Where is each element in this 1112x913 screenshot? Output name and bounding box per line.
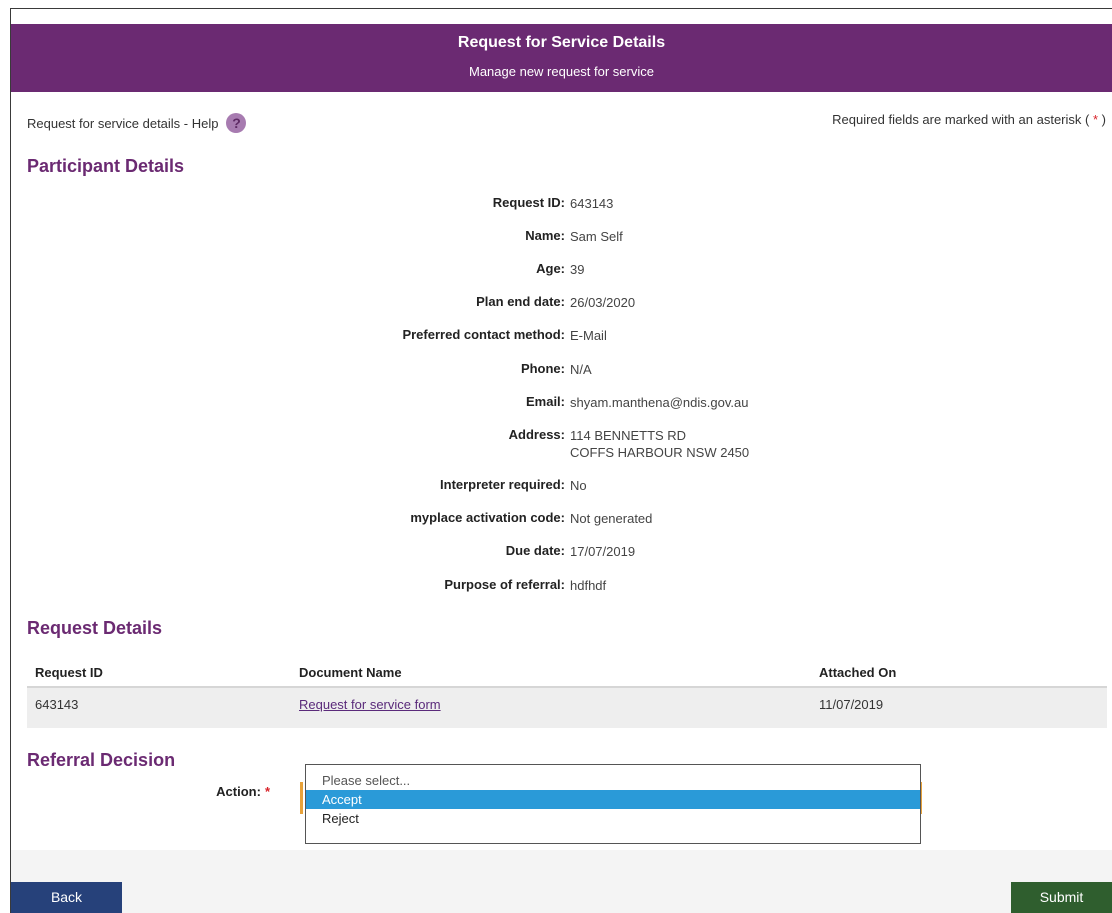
detail-value: No <box>570 478 587 493</box>
footer-band <box>11 850 1112 913</box>
action-label: Action: * <box>216 784 270 799</box>
option-please-select[interactable]: Please select... <box>306 771 920 790</box>
cell-request-id: 643143 <box>35 697 79 712</box>
address-line-1: 114 BENNETTS RD <box>570 428 687 443</box>
detail-value: E-Mail <box>570 328 607 343</box>
detail-label: Email: <box>525 394 565 409</box>
page-subtitle: Manage new request for service <box>469 64 654 79</box>
required-fields-note: Required fields are marked with an aster… <box>832 112 1106 127</box>
detail-value: 39 <box>570 262 585 277</box>
help-link[interactable]: Request for service details - Help ? <box>27 113 247 133</box>
detail-label: Interpreter required: <box>440 477 565 492</box>
referral-decision-heading: Referral Decision <box>27 750 176 770</box>
request-table-header: Request ID Document Name Attached On <box>27 656 1107 688</box>
detail-value: Sam Self <box>570 229 623 244</box>
detail-label: Age: <box>536 261 565 276</box>
back-button[interactable]: Back <box>11 882 122 913</box>
required-asterisk: * <box>264 784 270 799</box>
option-reject[interactable]: Reject <box>306 809 920 828</box>
detail-label: Purpose of referral: <box>444 577 565 592</box>
document-link[interactable]: Request for service form <box>299 697 441 712</box>
detail-value: 17/07/2019 <box>570 544 636 559</box>
detail-value: 643143 <box>570 196 614 211</box>
select-focus-border-left <box>300 782 303 814</box>
help-icon[interactable]: ? <box>226 113 247 133</box>
detail-label: Plan end date: <box>476 294 565 309</box>
detail-label: Phone: <box>520 361 565 376</box>
required-asterisk: * <box>1092 112 1099 127</box>
detail-value: hdfhdf <box>570 578 607 593</box>
participant-details-heading: Participant Details <box>27 156 185 176</box>
required-note-suffix: ) <box>1101 112 1106 127</box>
detail-label: Address: <box>508 427 565 442</box>
page-header: Request for Service Details Manage new r… <box>11 24 1112 92</box>
action-label-text: Action: <box>216 784 261 799</box>
table-row: 643143 Request for service form 11/07/20… <box>27 688 1107 728</box>
column-header-attached-on: Attached On <box>819 665 897 680</box>
detail-value: Not generated <box>570 511 653 526</box>
detail-value: shyam.manthena@ndis.gov.au <box>570 395 749 410</box>
detail-label: myplace activation code: <box>410 510 565 525</box>
detail-label: Request ID: <box>492 195 565 210</box>
address-line-2: COFFS HARBOUR NSW 2450 <box>570 445 750 460</box>
detail-label: Preferred contact method: <box>402 327 565 342</box>
help-label: Request for service details - Help <box>27 115 219 131</box>
detail-label: Name: <box>525 228 565 243</box>
detail-value: 114 BENNETTS RD COFFS HARBOUR NSW 2450 <box>570 427 749 461</box>
detail-value: 26/03/2020 <box>570 295 636 310</box>
submit-button[interactable]: Submit <box>1011 882 1112 913</box>
option-accept[interactable]: Accept <box>306 790 920 809</box>
detail-label: Due date: <box>505 543 565 558</box>
page-title: Request for Service Details <box>457 34 666 51</box>
required-note-prefix: Required fields are marked with an aster… <box>832 112 1090 127</box>
request-details-heading: Request Details <box>27 618 163 638</box>
cell-attached-on: 11/07/2019 <box>819 697 884 712</box>
column-header-request-id: Request ID <box>35 665 103 680</box>
action-dropdown-list[interactable]: Please select... Accept Reject <box>305 764 921 844</box>
detail-value: N/A <box>570 362 592 377</box>
column-header-document-name: Document Name <box>299 665 402 680</box>
